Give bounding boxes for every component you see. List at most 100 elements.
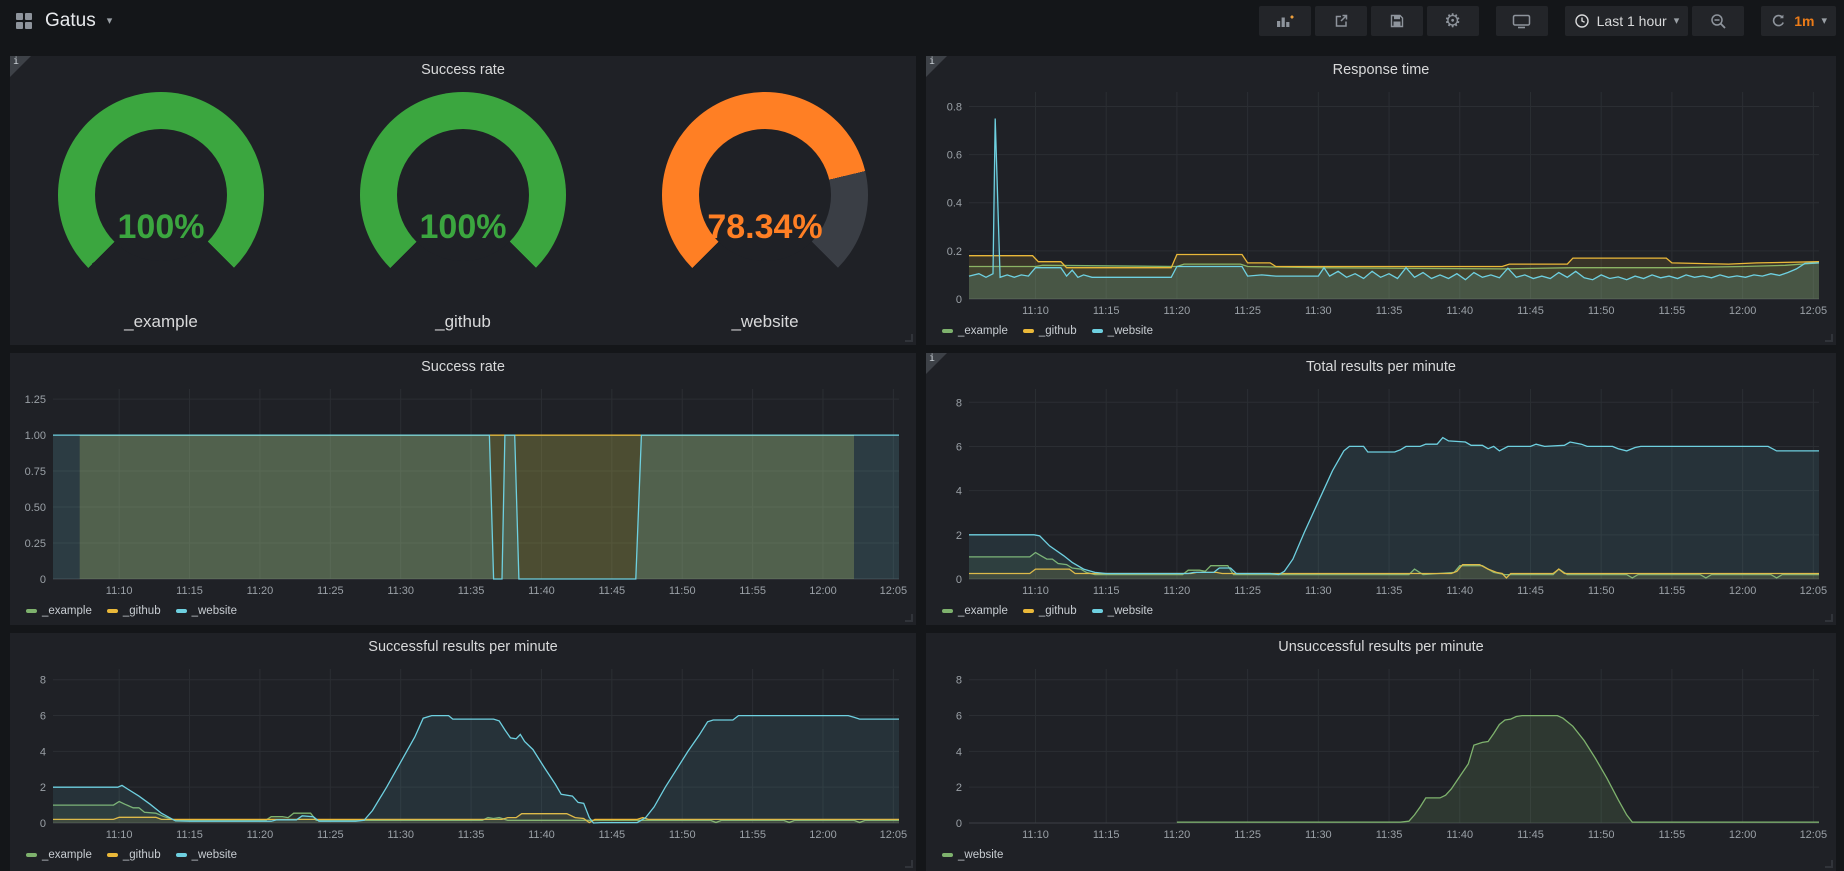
panel-title[interactable]: Success rate (10, 56, 916, 82)
svg-text:11:25: 11:25 (1234, 585, 1261, 597)
legend-item[interactable]: _github (1023, 605, 1077, 617)
svg-text:11:35: 11:35 (458, 585, 485, 597)
svg-text:11:40: 11:40 (528, 585, 555, 597)
svg-text:11:45: 11:45 (598, 829, 625, 841)
legend-item[interactable]: _github (107, 605, 161, 617)
legend-item[interactable]: _example (942, 325, 1008, 337)
time-range-picker[interactable]: Last 1 hour ▾ (1565, 6, 1689, 36)
panel-info-corner[interactable]: i (926, 353, 947, 374)
svg-text:11:20: 11:20 (247, 829, 274, 841)
svg-text:11:30: 11:30 (1305, 829, 1332, 841)
panel-title[interactable]: Unsuccessful results per minute (926, 633, 1836, 659)
success-rate-chart[interactable]: 11:1011:1511:2011:2511:3011:3511:4011:45… (15, 379, 911, 601)
svg-text:0.4: 0.4 (947, 198, 962, 210)
svg-text:0: 0 (956, 294, 962, 306)
panel-response-time: i Response time 11:1011:1511:2011:2511:3… (926, 56, 1836, 345)
svg-text:1.00: 1.00 (25, 430, 46, 442)
gauge-value: 100% (312, 208, 614, 247)
svg-text:11:50: 11:50 (1588, 305, 1615, 317)
legend-item[interactable]: _github (107, 849, 161, 861)
legend-label: _website (192, 605, 237, 617)
svg-text:6: 6 (40, 711, 46, 723)
successful-results-chart[interactable]: 11:1011:1511:2011:2511:3011:3511:4011:45… (15, 659, 911, 845)
legend-swatch (1023, 329, 1034, 333)
legend-label: _example (42, 605, 92, 617)
svg-text:0: 0 (956, 574, 962, 586)
svg-text:0: 0 (40, 574, 46, 586)
svg-text:11:35: 11:35 (458, 829, 485, 841)
zoom-out-button[interactable] (1692, 6, 1744, 36)
svg-text:11:40: 11:40 (528, 829, 555, 841)
svg-text:11:35: 11:35 (1376, 829, 1403, 841)
response-time-chart[interactable]: 11:1011:1511:2011:2511:3011:3511:4011:45… (931, 82, 1831, 321)
tv-monitor-icon (1512, 13, 1531, 29)
panel-title[interactable]: Total results per minute (926, 353, 1836, 379)
chevron-down-icon: ▾ (1821, 16, 1827, 27)
svg-text:12:05: 12:05 (1800, 585, 1828, 597)
tv-mode-button[interactable] (1496, 6, 1548, 36)
legend-item[interactable]: _example (942, 605, 1008, 617)
legend-item[interactable]: _example (26, 849, 92, 861)
legend-swatch (1092, 609, 1103, 613)
refresh-interval-picker[interactable]: 1m ▾ (1761, 6, 1836, 36)
panel-info-corner[interactable]: i (10, 56, 31, 77)
svg-text:11:45: 11:45 (1517, 585, 1544, 597)
svg-text:11:45: 11:45 (1517, 829, 1544, 841)
panel-info-corner[interactable]: i (926, 56, 947, 77)
legend-item[interactable]: _example (26, 605, 92, 617)
refresh-interval-label: 1m (1794, 13, 1814, 29)
chevron-down-icon[interactable]: ▾ (107, 16, 113, 27)
gauge-value: 78.34% (614, 208, 916, 247)
add-panel-icon (1276, 13, 1294, 29)
total-results-chart[interactable]: 11:1011:1511:2011:2511:3011:3511:4011:45… (931, 379, 1831, 601)
svg-text:11:15: 11:15 (176, 829, 203, 841)
svg-text:11:30: 11:30 (1305, 585, 1332, 597)
svg-text:11:25: 11:25 (317, 585, 344, 597)
svg-text:11:10: 11:10 (1022, 305, 1049, 317)
legend-label: _example (42, 849, 92, 861)
toolbar: ⚙ Last 1 hour ▾ (1259, 6, 1844, 36)
legend-swatch (942, 609, 953, 613)
svg-text:12:05: 12:05 (880, 585, 908, 597)
add-panel-button[interactable] (1259, 6, 1311, 36)
svg-text:2: 2 (956, 530, 962, 542)
svg-text:11:55: 11:55 (1659, 829, 1686, 841)
legend-item[interactable]: _website (1092, 605, 1153, 617)
svg-text:11:35: 11:35 (1376, 585, 1403, 597)
svg-text:11:50: 11:50 (1588, 829, 1615, 841)
svg-text:11:25: 11:25 (317, 829, 344, 841)
legend-item[interactable]: _website (176, 849, 237, 861)
panel-unsuccessful-results: Unsuccessful results per minute 11:1011:… (926, 633, 1836, 871)
legend-item[interactable]: _website (176, 605, 237, 617)
dashboard-title[interactable]: Gatus (45, 10, 96, 32)
save-button[interactable] (1371, 6, 1423, 36)
gauge-website: 78.34% _website (614, 86, 916, 336)
legend-label: _example (958, 605, 1008, 617)
unsuccessful-results-chart[interactable]: 11:1011:1511:2011:2511:3011:3511:4011:45… (931, 659, 1831, 845)
legend-item[interactable]: _website (1092, 325, 1153, 337)
gauge-value: 100% (10, 208, 312, 247)
panel-title[interactable]: Success rate (10, 353, 916, 379)
svg-text:12:00: 12:00 (1729, 585, 1757, 597)
dashboards-grid-icon[interactable] (14, 11, 34, 31)
svg-text:11:30: 11:30 (387, 829, 414, 841)
svg-text:12:00: 12:00 (1729, 829, 1757, 841)
svg-text:8: 8 (956, 675, 962, 687)
legend-item[interactable]: _website (942, 849, 1003, 861)
legend-item[interactable]: _github (1023, 325, 1077, 337)
settings-button[interactable]: ⚙ (1427, 6, 1479, 36)
panel-title[interactable]: Response time (926, 56, 1836, 82)
svg-text:12:05: 12:05 (1800, 829, 1828, 841)
svg-text:11:55: 11:55 (1659, 585, 1686, 597)
legend-swatch (107, 609, 118, 613)
gear-icon: ⚙ (1444, 12, 1461, 31)
svg-text:11:30: 11:30 (387, 585, 414, 597)
svg-text:11:20: 11:20 (1164, 585, 1191, 597)
share-button[interactable] (1315, 6, 1367, 36)
panel-title[interactable]: Successful results per minute (10, 633, 916, 659)
svg-text:12:05: 12:05 (880, 829, 908, 841)
chart-legend: _website (926, 845, 1836, 865)
svg-text:0: 0 (40, 818, 46, 830)
svg-text:11:20: 11:20 (1164, 305, 1191, 317)
svg-text:11:30: 11:30 (1305, 305, 1332, 317)
